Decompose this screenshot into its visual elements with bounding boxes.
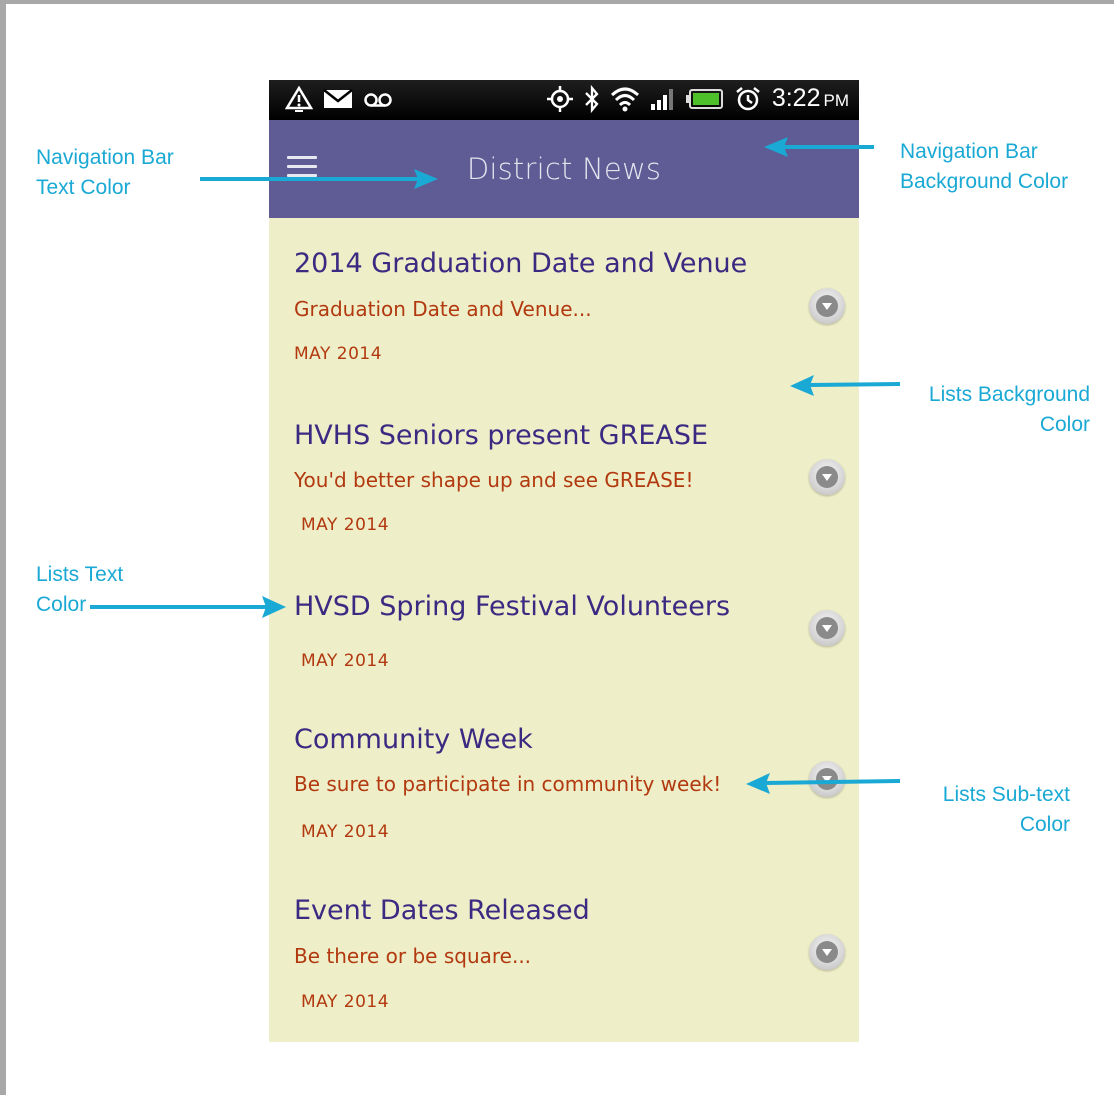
chevron-down-icon[interactable] [809, 934, 845, 970]
alarm-icon [734, 85, 762, 113]
annotation-line: Navigation Bar [900, 140, 1038, 163]
status-bar: 3:22 PM [269, 80, 859, 120]
status-icons-left [285, 86, 393, 112]
clock-ampm: PM [823, 91, 850, 110]
list-item-title: Event Dates Released [294, 895, 590, 926]
clock-time: 3:22 [771, 84, 821, 112]
annotation-nav-text-color: Navigation Bar Text Color [36, 143, 174, 203]
chevron-down-icon[interactable] [809, 459, 845, 495]
annotation-line: Color [1019, 813, 1070, 836]
status-icons-right: 3:22 PM [546, 84, 849, 113]
chevron-down-icon[interactable] [809, 610, 845, 646]
annotation-line: Background Color [900, 170, 1069, 193]
list-item-subtitle: Be there or be square... [294, 944, 532, 968]
arrow-icon [764, 137, 874, 157]
annotation-list-bg-color: Lists Background Color [890, 380, 1090, 440]
list-item-date: MAY 2014 [301, 515, 390, 535]
list-item-title: HVHS Seniors present GREASE [294, 420, 709, 451]
phone-screen: 3:22 PM District News 2014 Graduation Dat… [269, 80, 859, 1042]
list-item-subtitle: Be sure to participate in community week… [294, 772, 722, 796]
list-item-subtitle: You'd better shape up and see GREASE! [294, 468, 694, 492]
list-item-title: Community Week [294, 724, 533, 755]
arrow-icon [790, 375, 900, 396]
list-item-date: MAY 2014 [301, 651, 390, 671]
list-item-title: HVSD Spring Festival Volunteers [294, 591, 731, 622]
alert-icon [285, 86, 313, 112]
annotation-nav-bg-color: Navigation Bar Background Color [900, 137, 1068, 197]
list-item-date: MAY 2014 [294, 344, 383, 364]
arrow-icon [90, 596, 286, 618]
annotation-list-subtext-color: Lists Sub-text Color [870, 780, 1070, 840]
list-item[interactable]: HVHS Seniors present GREASE You'd better… [269, 388, 859, 558]
list-item[interactable]: HVSD Spring Festival Volunteers MAY 2014 [269, 558, 859, 698]
annotation-line: Lists Sub-text [942, 783, 1070, 806]
annotation-line: Lists Background [928, 383, 1090, 406]
list-item-date: MAY 2014 [301, 992, 390, 1012]
list-item-title: 2014 Graduation Date and Venue [294, 248, 748, 279]
annotation-line: Text Color [36, 176, 131, 199]
bluetooth-icon [584, 84, 600, 113]
list-item-subtitle: Graduation Date and Venue... [294, 297, 592, 321]
arrow-icon [200, 169, 438, 189]
annotation-line: Lists Text [36, 563, 124, 586]
status-clock: 3:22 PM [772, 84, 849, 113]
annotation-line: Color [1039, 413, 1090, 436]
voicemail-icon [363, 89, 393, 109]
arrow-icon [746, 773, 900, 794]
wifi-icon [610, 86, 640, 112]
chevron-down-icon[interactable] [809, 288, 845, 324]
list-item[interactable]: Event Dates Released Be there or be squa… [269, 868, 859, 1042]
list-item-date: MAY 2014 [301, 822, 390, 842]
annotation-line: Navigation Bar [36, 146, 174, 169]
gps-icon [546, 85, 574, 113]
mail-icon [323, 89, 353, 109]
list-item[interactable]: 2014 Graduation Date and Venue Graduatio… [269, 218, 859, 388]
battery-icon [685, 88, 724, 110]
signal-icon [650, 87, 676, 111]
